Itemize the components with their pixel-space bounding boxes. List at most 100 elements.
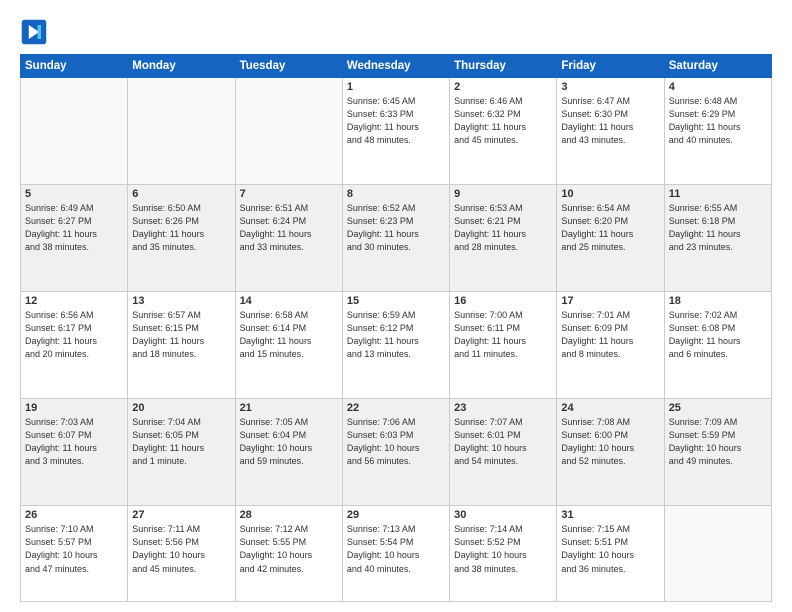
weekday-header: Saturday (664, 55, 771, 78)
day-info: Sunrise: 6:54 AM Sunset: 6:20 PM Dayligh… (561, 202, 659, 254)
calendar-cell: 7Sunrise: 6:51 AM Sunset: 6:24 PM Daylig… (235, 185, 342, 292)
day-number: 2 (454, 81, 552, 93)
day-number: 25 (669, 402, 767, 414)
calendar-cell: 19 Sunrise: 7:03 AM Sunset: 6:07 PM Dayli… (21, 399, 128, 506)
calendar-cell: 14Sunrise: 6:58 AM Sunset: 6:14 PM Dayli… (235, 292, 342, 399)
weekday-header: Friday (557, 55, 664, 78)
day-info: Sunrise: 6:56 AM Sunset: 6:17 PM Dayligh… (25, 309, 123, 361)
calendar-cell: 4Sunrise: 6:48 AM Sunset: 6:29 PM Daylig… (664, 78, 771, 185)
calendar-cell: 1Sunrise: 6:45 AM Sunset: 6:33 PM Daylig… (342, 78, 449, 185)
calendar-cell: 16 Sunrise: 7:00 AM Sunset: 6:11 PM Dayli… (450, 292, 557, 399)
day-info: Sunrise: 7:11 AM Sunset: 5:56 PM Dayligh… (132, 523, 230, 575)
weekday-header: Thursday (450, 55, 557, 78)
day-info: Sunrise: 7:06 AM Sunset: 6:03 PM Dayligh… (347, 416, 445, 468)
day-number: 30 (454, 509, 552, 521)
calendar-cell (235, 78, 342, 185)
day-info: Sunrise: 7:10 AM Sunset: 5:57 PM Dayligh… (25, 523, 123, 575)
calendar-cell: 30 Sunrise: 7:14 AM Sunset: 5:52 PM Dayli… (450, 506, 557, 602)
calendar-cell: 29 Sunrise: 7:13 AM Sunset: 5:54 PM Dayli… (342, 506, 449, 602)
day-number: 4 (669, 81, 767, 93)
day-number: 11 (669, 188, 767, 200)
day-info: Sunrise: 7:13 AM Sunset: 5:54 PM Dayligh… (347, 523, 445, 575)
logo-icon (20, 18, 48, 46)
calendar-cell (128, 78, 235, 185)
day-info: Sunrise: 6:45 AM Sunset: 6:33 PM Dayligh… (347, 95, 445, 147)
page: SundayMondayTuesdayWednesdayThursdayFrid… (0, 0, 792, 612)
calendar-cell: 8 Sunrise: 6:52 AM Sunset: 6:23 PM Daylig… (342, 185, 449, 292)
day-info: Sunrise: 7:05 AM Sunset: 6:04 PM Dayligh… (240, 416, 338, 468)
day-number: 18 (669, 295, 767, 307)
weekday-header: Monday (128, 55, 235, 78)
day-number: 13 (132, 295, 230, 307)
day-number: 12 (25, 295, 123, 307)
day-info: Sunrise: 7:08 AM Sunset: 6:00 PM Dayligh… (561, 416, 659, 468)
calendar-cell: 13 Sunrise: 6:57 AM Sunset: 6:15 PM Dayli… (128, 292, 235, 399)
calendar-row: 12 Sunrise: 6:56 AM Sunset: 6:17 PM Dayli… (21, 292, 772, 399)
calendar-cell: 17 Sunrise: 7:01 AM Sunset: 6:09 PM Dayli… (557, 292, 664, 399)
day-number: 17 (561, 295, 659, 307)
day-number: 29 (347, 509, 445, 521)
calendar-cell: 6 Sunrise: 6:50 AM Sunset: 6:26 PM Daylig… (128, 185, 235, 292)
calendar-cell: 12 Sunrise: 6:56 AM Sunset: 6:17 PM Dayli… (21, 292, 128, 399)
logo (20, 18, 52, 46)
calendar-cell: 23Sunrise: 7:07 AM Sunset: 6:01 PM Dayli… (450, 399, 557, 506)
day-info: Sunrise: 6:49 AM Sunset: 6:27 PM Dayligh… (25, 202, 123, 254)
calendar-row: 5Sunrise: 6:49 AM Sunset: 6:27 PM Daylig… (21, 185, 772, 292)
calendar-cell: 11Sunrise: 6:55 AM Sunset: 6:18 PM Dayli… (664, 185, 771, 292)
weekday-header: Tuesday (235, 55, 342, 78)
day-number: 26 (25, 509, 123, 521)
day-number: 27 (132, 509, 230, 521)
weekday-header: Sunday (21, 55, 128, 78)
day-info: Sunrise: 7:02 AM Sunset: 6:08 PM Dayligh… (669, 309, 767, 361)
calendar-cell: 25 Sunrise: 7:09 AM Sunset: 5:59 PM Dayli… (664, 399, 771, 506)
day-info: Sunrise: 7:09 AM Sunset: 5:59 PM Dayligh… (669, 416, 767, 468)
calendar-cell: 2 Sunrise: 6:46 AM Sunset: 6:32 PM Daylig… (450, 78, 557, 185)
calendar-cell: 22Sunrise: 7:06 AM Sunset: 6:03 PM Dayli… (342, 399, 449, 506)
day-number: 10 (561, 188, 659, 200)
calendar: SundayMondayTuesdayWednesdayThursdayFrid… (20, 54, 772, 602)
header-row: SundayMondayTuesdayWednesdayThursdayFrid… (21, 55, 772, 78)
calendar-cell: 10 Sunrise: 6:54 AM Sunset: 6:20 PM Dayli… (557, 185, 664, 292)
day-info: Sunrise: 6:51 AM Sunset: 6:24 PM Dayligh… (240, 202, 338, 254)
day-number: 15 (347, 295, 445, 307)
header (20, 18, 772, 46)
calendar-row: 1Sunrise: 6:45 AM Sunset: 6:33 PM Daylig… (21, 78, 772, 185)
calendar-cell: 15Sunrise: 6:59 AM Sunset: 6:12 PM Dayli… (342, 292, 449, 399)
day-info: Sunrise: 6:47 AM Sunset: 6:30 PM Dayligh… (561, 95, 659, 147)
weekday-header: Wednesday (342, 55, 449, 78)
calendar-cell: 31 Sunrise: 7:15 AM Sunset: 5:51 PM Dayli… (557, 506, 664, 602)
day-number: 16 (454, 295, 552, 307)
calendar-cell: 20 Sunrise: 7:04 AM Sunset: 6:05 PM Dayli… (128, 399, 235, 506)
calendar-cell: 5Sunrise: 6:49 AM Sunset: 6:27 PM Daylig… (21, 185, 128, 292)
day-number: 23 (454, 402, 552, 414)
calendar-cell: 3 Sunrise: 6:47 AM Sunset: 6:30 PM Daylig… (557, 78, 664, 185)
calendar-row: 19 Sunrise: 7:03 AM Sunset: 6:07 PM Dayli… (21, 399, 772, 506)
calendar-cell: 18 Sunrise: 7:02 AM Sunset: 6:08 PM Dayli… (664, 292, 771, 399)
day-info: Sunrise: 6:53 AM Sunset: 6:21 PM Dayligh… (454, 202, 552, 254)
day-number: 24 (561, 402, 659, 414)
calendar-cell: 28Sunrise: 7:12 AM Sunset: 5:55 PM Dayli… (235, 506, 342, 602)
day-info: Sunrise: 6:57 AM Sunset: 6:15 PM Dayligh… (132, 309, 230, 361)
day-info: Sunrise: 6:52 AM Sunset: 6:23 PM Dayligh… (347, 202, 445, 254)
calendar-cell: 27 Sunrise: 7:11 AM Sunset: 5:56 PM Dayli… (128, 506, 235, 602)
day-info: Sunrise: 7:01 AM Sunset: 6:09 PM Dayligh… (561, 309, 659, 361)
day-info: Sunrise: 7:04 AM Sunset: 6:05 PM Dayligh… (132, 416, 230, 468)
day-number: 19 (25, 402, 123, 414)
day-info: Sunrise: 6:46 AM Sunset: 6:32 PM Dayligh… (454, 95, 552, 147)
day-number: 28 (240, 509, 338, 521)
calendar-cell: 24 Sunrise: 7:08 AM Sunset: 6:00 PM Dayli… (557, 399, 664, 506)
day-number: 8 (347, 188, 445, 200)
calendar-row: 26 Sunrise: 7:10 AM Sunset: 5:57 PM Dayli… (21, 506, 772, 602)
day-info: Sunrise: 7:00 AM Sunset: 6:11 PM Dayligh… (454, 309, 552, 361)
calendar-cell: 9Sunrise: 6:53 AM Sunset: 6:21 PM Daylig… (450, 185, 557, 292)
day-info: Sunrise: 7:14 AM Sunset: 5:52 PM Dayligh… (454, 523, 552, 575)
day-number: 31 (561, 509, 659, 521)
day-number: 20 (132, 402, 230, 414)
day-info: Sunrise: 6:50 AM Sunset: 6:26 PM Dayligh… (132, 202, 230, 254)
day-info: Sunrise: 7:15 AM Sunset: 5:51 PM Dayligh… (561, 523, 659, 575)
calendar-cell: 26 Sunrise: 7:10 AM Sunset: 5:57 PM Dayli… (21, 506, 128, 602)
day-info: Sunrise: 7:03 AM Sunset: 6:07 PM Dayligh… (25, 416, 123, 468)
calendar-cell (21, 78, 128, 185)
day-number: 6 (132, 188, 230, 200)
day-number: 3 (561, 81, 659, 93)
